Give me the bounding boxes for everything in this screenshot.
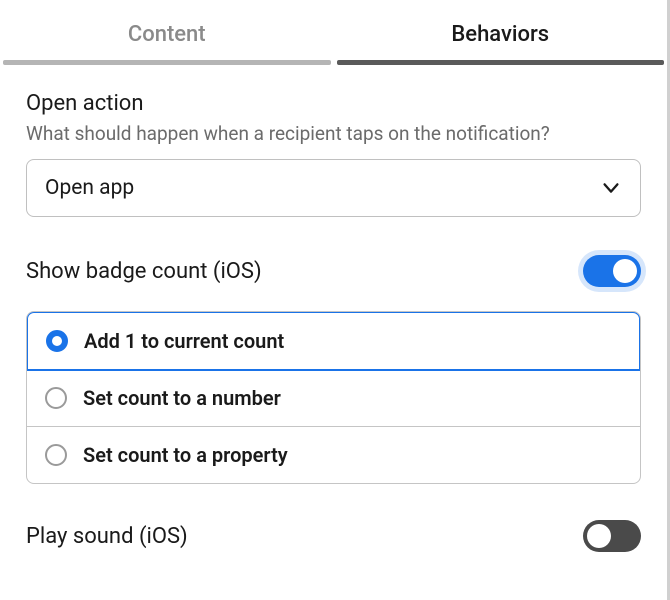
- badge-toggle[interactable]: [583, 255, 641, 287]
- radio-selected-icon: [46, 330, 68, 352]
- badge-option-set-property[interactable]: Set count to a property: [27, 427, 640, 483]
- toggle-knob: [613, 259, 637, 283]
- badge-option-set-number[interactable]: Set count to a number: [27, 370, 640, 427]
- radio-unselected-icon: [45, 444, 67, 466]
- badge-options: Add 1 to current count Set count to a nu…: [26, 311, 641, 484]
- badge-row: Show badge count (iOS): [0, 255, 667, 287]
- badge-option-label-2: Set count to a property: [83, 443, 288, 467]
- badge-label: Show badge count (iOS): [26, 259, 262, 284]
- badge-option-label-0: Add 1 to current count: [84, 329, 284, 353]
- badge-option-label-1: Set count to a number: [83, 386, 281, 410]
- tab-behaviors[interactable]: Behaviors: [334, 0, 668, 65]
- tab-behaviors-label: Behaviors: [451, 22, 549, 47]
- open-action-subtitle: What should happen when a recipient taps…: [26, 122, 641, 145]
- toggle-knob: [587, 524, 611, 548]
- chevron-down-icon: [600, 177, 622, 199]
- open-action-title: Open action: [26, 91, 641, 116]
- tab-content-label: Content: [128, 22, 206, 47]
- open-action-section: Open action What should happen when a re…: [0, 65, 667, 217]
- play-sound-toggle[interactable]: [583, 520, 641, 552]
- play-sound-label: Play sound (iOS): [26, 524, 188, 549]
- radio-unselected-icon: [45, 387, 67, 409]
- play-sound-row: Play sound (iOS): [0, 520, 667, 552]
- tab-content[interactable]: Content: [0, 0, 334, 65]
- tabs: Content Behaviors: [0, 0, 667, 65]
- badge-option-add-1[interactable]: Add 1 to current count: [26, 311, 641, 371]
- open-action-selected: Open app: [45, 176, 134, 200]
- open-action-dropdown[interactable]: Open app: [26, 159, 641, 217]
